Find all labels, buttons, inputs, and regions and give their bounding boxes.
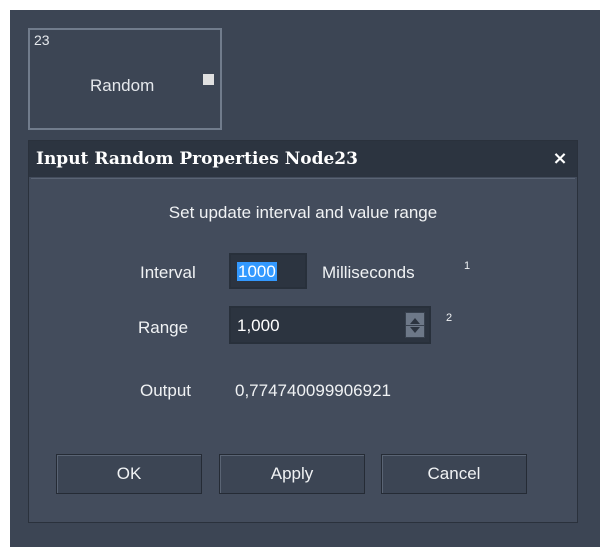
apply-button[interactable]: Apply <box>219 454 365 494</box>
node-title: Random <box>90 76 155 95</box>
interval-unit-label: Milliseconds <box>322 263 415 282</box>
output-label: Output <box>140 381 192 400</box>
dialog-titlebar[interactable]: Input Random Properties Node23 × <box>29 141 577 177</box>
dialog-body: Set update interval and value range Inte… <box>31 178 575 520</box>
close-icon[interactable]: × <box>549 141 571 177</box>
interval-value: 1000 <box>237 262 277 281</box>
spin-up-icon[interactable] <box>410 318 420 324</box>
random-node[interactable]: 23 Random <box>28 28 222 130</box>
range-spinner[interactable] <box>405 312 425 338</box>
ok-button[interactable]: OK <box>56 454 202 494</box>
output-port[interactable] <box>203 74 214 85</box>
properties-dialog: Input Random Properties Node23 × Set upd… <box>28 140 578 523</box>
node-id: 23 <box>34 32 50 48</box>
range-spinbox[interactable]: 1,000 <box>229 306 431 344</box>
range-value: 1,000 <box>237 316 280 335</box>
dialog-description: Set update interval and value range <box>168 203 438 222</box>
interval-label: Interval <box>140 263 196 282</box>
dialog-title: Input Random Properties Node23 <box>36 149 358 169</box>
range-footnote: 2 <box>446 312 453 324</box>
range-label: Range <box>138 318 189 337</box>
node-canvas[interactable]: 23 Random Input Random Properties Node23… <box>10 10 600 547</box>
interval-footnote: 1 <box>464 260 471 272</box>
cancel-button[interactable]: Cancel <box>381 454 527 494</box>
output-value: 0,774740099906921 <box>235 381 391 400</box>
spin-down-icon[interactable] <box>410 327 420 333</box>
interval-input[interactable]: 1000 <box>229 253 307 289</box>
